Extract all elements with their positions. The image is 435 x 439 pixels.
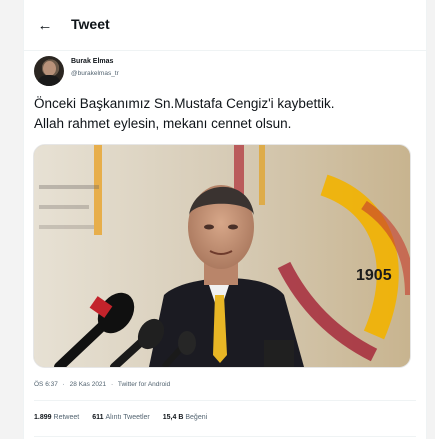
retweets-stat[interactable]: 1.899 Retweet [34, 414, 79, 421]
tweet-header: ← Tweet [24, 0, 426, 51]
tweet-text: Önceki Başkanımız Sn.Mustafa Cengiz'i ka… [34, 96, 335, 131]
divider [34, 436, 416, 437]
tweet-photo[interactable]: 1905 [33, 144, 411, 368]
avatar[interactable] [34, 56, 64, 86]
author-username[interactable]: @burakelmas_tr [71, 70, 119, 77]
tweet-date[interactable]: 28 Kas 2021 [70, 381, 107, 388]
author-display-name[interactable]: Burak Elmas [71, 58, 113, 65]
tweet-card: ← Tweet Burak Elmas @burakelmas_tr Öncek… [23, 0, 427, 439]
tweet-source[interactable]: Twitter for Android [118, 381, 170, 388]
back-arrow-icon[interactable]: ← [32, 12, 58, 38]
tweet-timestamp: ÖS 6:37 · 28 Kas 2021 · Twitter for Andr… [34, 381, 171, 388]
divider [34, 400, 416, 401]
page-title: Tweet [71, 16, 110, 32]
svg-text:1905: 1905 [356, 267, 392, 284]
tweet-time[interactable]: ÖS 6:37 [34, 381, 58, 388]
likes-stat[interactable]: 15,4 B Beğeni [163, 414, 207, 421]
tweet-stats: 1.899 Retweet 611 Alıntı Tweetler 15,4 B Be… [34, 414, 207, 421]
quote-tweets-stat[interactable]: 611 Alıntı Tweetler [92, 414, 150, 421]
